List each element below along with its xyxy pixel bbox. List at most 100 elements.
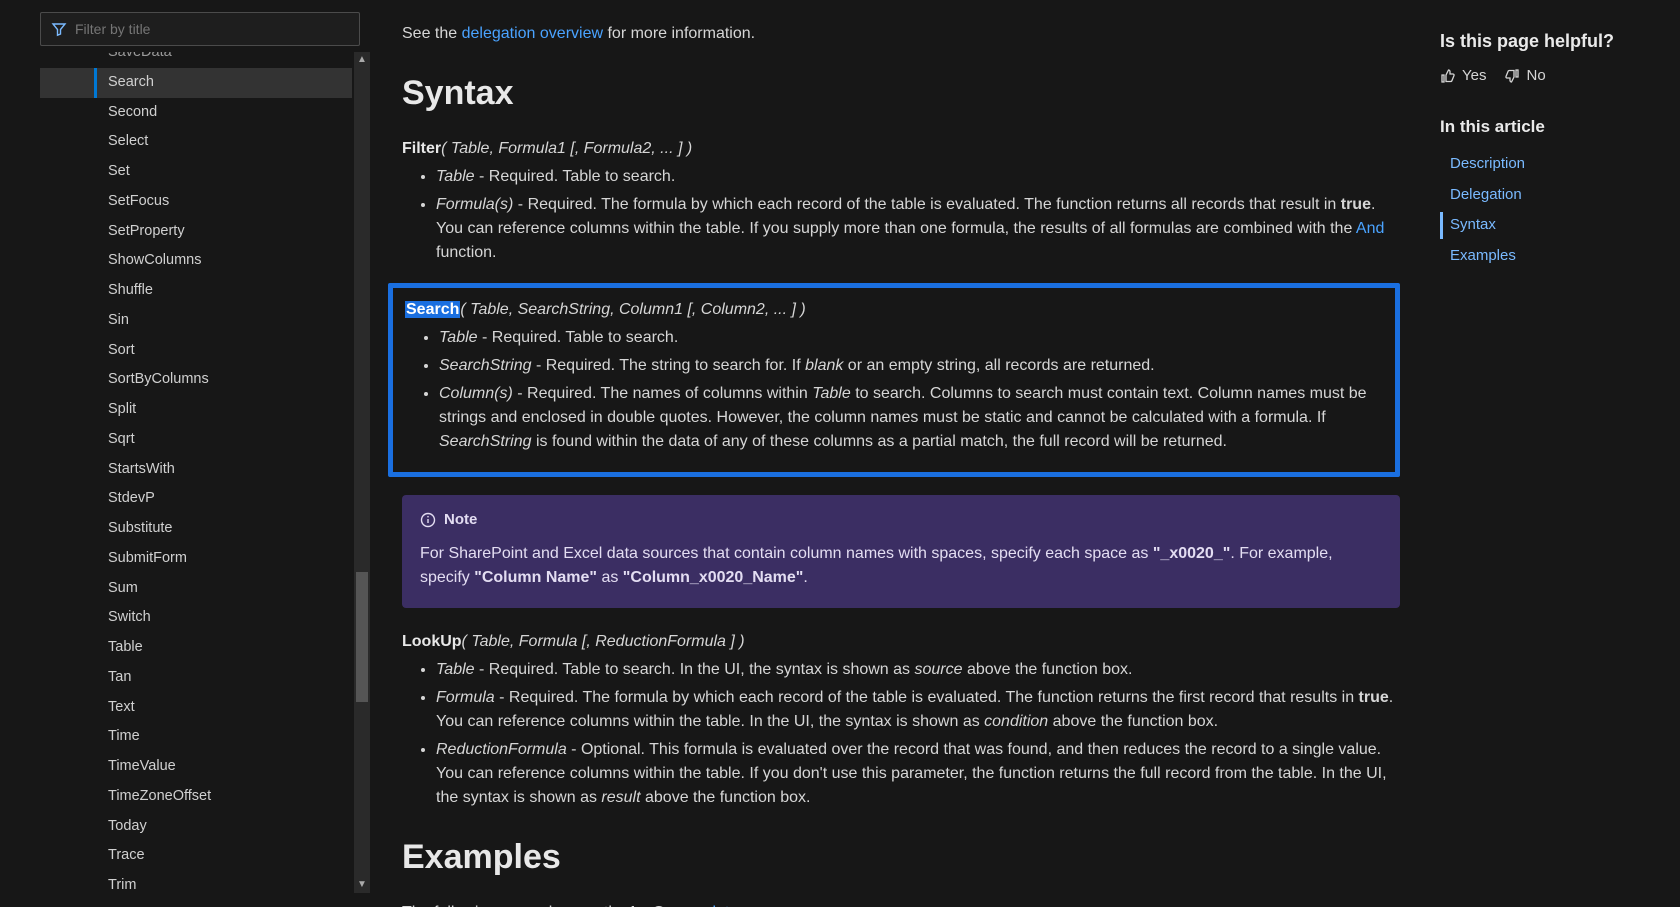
filter-icon: [51, 21, 67, 37]
condition-word: condition: [984, 713, 1048, 730]
lookup-param-reduction: ReductionFormula - Optional. This formul…: [436, 738, 1400, 810]
sidebar-item-trace[interactable]: Trace: [40, 841, 352, 871]
sidebar-item-table[interactable]: Table: [40, 633, 352, 663]
lookup-sig-rest: ( Table, Formula [, ReductionFormula ] ): [462, 633, 745, 650]
blank-word: blank: [805, 357, 843, 374]
sidebar-item-stdevp[interactable]: StdevP: [40, 484, 352, 514]
searchstring-word: SearchString: [439, 433, 532, 450]
search-params: Table - Required. Table to search. Searc…: [405, 326, 1383, 454]
sidebar-item-setproperty[interactable]: SetProperty: [40, 217, 352, 247]
param-desc: - Required. Table to search. In the UI, …: [475, 661, 915, 678]
sidebar-scrollbar[interactable]: ▲ ▼: [354, 52, 370, 893]
filter-param-formula: Formula(s) - Required. The formula by wh…: [436, 193, 1400, 265]
sidebar-item-showcolumns[interactable]: ShowColumns: [40, 246, 352, 276]
syntax-heading: Syntax: [402, 68, 1400, 119]
result-word: result: [601, 789, 640, 806]
icecream-bold: IceCream: [631, 904, 703, 907]
lookup-param-formula: Formula - Required. The formula by which…: [436, 686, 1400, 734]
sidebar-item-startswith[interactable]: StartsWith: [40, 455, 352, 485]
scroll-up-icon[interactable]: ▲: [354, 52, 370, 68]
sidebar-item-tan[interactable]: Tan: [40, 663, 352, 693]
param-desc: or an empty string, all records are retu…: [843, 357, 1154, 374]
note-box: Note For SharePoint and Excel data sourc…: [402, 495, 1400, 608]
source-word: source: [915, 661, 963, 678]
sidebar-item-setfocus[interactable]: SetFocus: [40, 187, 352, 217]
helpful-question: Is this page helpful?: [1440, 28, 1660, 55]
search-param-columns: Column(s) - Required. The names of colum…: [439, 382, 1383, 454]
sidebar-item-substitute[interactable]: Substitute: [40, 514, 352, 544]
param-desc: above the function box.: [641, 789, 811, 806]
sidebar-item-today[interactable]: Today: [40, 812, 352, 842]
filter-params: Table - Required. Table to search. Formu…: [402, 165, 1400, 265]
param-desc: - Required. The formula by which each re…: [495, 689, 1359, 706]
info-icon: [420, 512, 436, 528]
bold-true: true: [1341, 196, 1371, 213]
main-content: See the delegation overview for more inf…: [370, 0, 1430, 907]
note-text: .: [803, 569, 807, 586]
sidebar-item-sortbycolumns[interactable]: SortByColumns: [40, 365, 352, 395]
param-name: SearchString: [439, 357, 532, 374]
sidebar-item-sqrt[interactable]: Sqrt: [40, 425, 352, 455]
sidebar-item-sin[interactable]: Sin: [40, 306, 352, 336]
toc-item-syntax[interactable]: Syntax: [1440, 210, 1660, 241]
toc-item-description[interactable]: Description: [1440, 149, 1660, 180]
param-desc: - Required. The formula by which each re…: [513, 196, 1340, 213]
sidebar-item-second[interactable]: Second: [40, 98, 352, 128]
search-signature: Search( Table, SearchString, Column1 [, …: [405, 298, 1383, 322]
sidebar-item-trim[interactable]: Trim: [40, 871, 352, 893]
param-name: Formula: [436, 689, 495, 706]
lookup-params: Table - Required. Table to search. In th…: [402, 658, 1400, 810]
table-word: Table: [812, 385, 851, 402]
sidebar-item-timevalue[interactable]: TimeValue: [40, 752, 352, 782]
bold-true: true: [1359, 689, 1389, 706]
sidebar-item-sum[interactable]: Sum: [40, 574, 352, 604]
sidebar-item-time[interactable]: Time: [40, 722, 352, 752]
toc-item-examples[interactable]: Examples: [1440, 241, 1660, 272]
and-function-link[interactable]: And: [1356, 220, 1384, 237]
note-head: Note: [420, 509, 1382, 532]
param-name: Table: [436, 661, 475, 678]
param-desc: - Required. The string to search for. If: [532, 357, 806, 374]
sidebar-item-timezoneoffset[interactable]: TimeZoneOffset: [40, 782, 352, 812]
sidebar-item-sort[interactable]: Sort: [40, 336, 352, 366]
search-highlight-box: Search( Table, SearchString, Column1 [, …: [388, 283, 1400, 477]
param-name: Column(s): [439, 385, 513, 402]
scroll-down-icon[interactable]: ▼: [354, 877, 370, 893]
delegation-overview-link[interactable]: delegation overview: [462, 25, 603, 42]
filter-box[interactable]: [40, 12, 360, 46]
toc-heading: In this article: [1440, 114, 1660, 140]
lookup-signature: LookUp( Table, Formula [, ReductionFormu…: [402, 630, 1400, 654]
sidebar-item-text[interactable]: Text: [40, 693, 352, 723]
examples-intro: The following examples use the IceCream …: [402, 901, 1400, 907]
note-text: For SharePoint and Excel data sources th…: [420, 545, 1153, 562]
right-sidebar: Is this page helpful? Yes No In this art…: [1430, 0, 1680, 907]
filter-input[interactable]: [67, 20, 349, 38]
param-desc: above the function box.: [1048, 713, 1218, 730]
sidebar-item-search[interactable]: Search: [40, 68, 352, 98]
sidebar-item-submitform[interactable]: SubmitForm: [40, 544, 352, 574]
data-source-link[interactable]: data source: [703, 904, 791, 907]
page-root: SaveDataSearchSecondSelectSetSetFocusSet…: [0, 0, 1680, 907]
note-code: "_x0020_": [1153, 545, 1230, 562]
helpful-no[interactable]: No: [1504, 65, 1545, 88]
helpful-yes[interactable]: Yes: [1440, 65, 1486, 88]
toc-item-delegation[interactable]: Delegation: [1440, 180, 1660, 211]
param-desc: is found within the data of any of these…: [532, 433, 1227, 450]
yes-label: Yes: [1462, 65, 1486, 88]
search-sig-rest: ( Table, SearchString, Column1 [, Column…: [460, 301, 805, 318]
nav-list: SaveDataSearchSecondSelectSetSetFocusSet…: [40, 52, 352, 893]
intro-suffix: for more information.: [603, 25, 755, 42]
sidebar-item-select[interactable]: Select: [40, 127, 352, 157]
param-name: ReductionFormula: [436, 741, 567, 758]
search-fn-name: Search: [405, 301, 460, 318]
toc-list: DescriptionDelegationSyntaxExamples: [1440, 149, 1660, 271]
param-desc: function.: [436, 244, 496, 261]
scrollbar-thumb[interactable]: [356, 572, 368, 702]
sidebar-item-switch[interactable]: Switch: [40, 603, 352, 633]
sidebar-item-shuffle[interactable]: Shuffle: [40, 276, 352, 306]
examples-text: :: [791, 904, 795, 907]
sidebar-item-savedata[interactable]: SaveData: [40, 52, 352, 68]
left-sidebar: SaveDataSearchSecondSelectSetSetFocusSet…: [0, 0, 370, 907]
sidebar-item-split[interactable]: Split: [40, 395, 352, 425]
sidebar-item-set[interactable]: Set: [40, 157, 352, 187]
